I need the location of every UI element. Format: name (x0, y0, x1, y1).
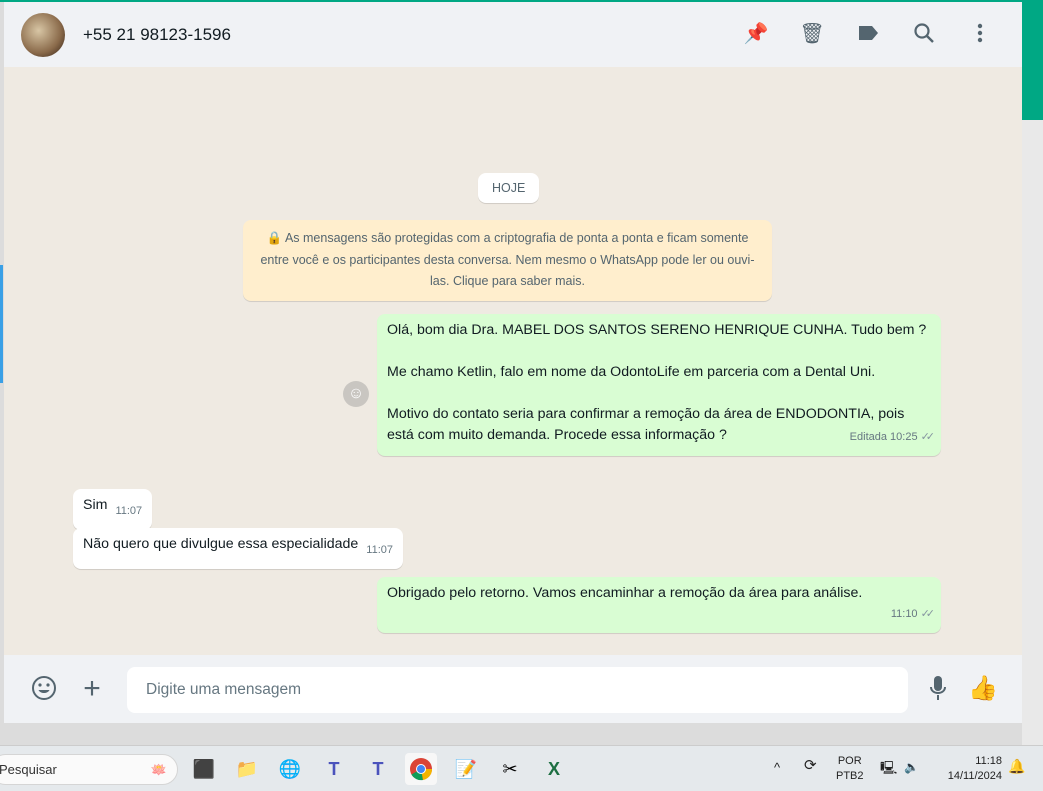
whatsapp-chat: +55 21 98123-1596 📌 🗑 HOJE 🔒 As mensagen… (4, 2, 1022, 723)
taskbar-search[interactable]: Pesquisar 🪷 (0, 754, 178, 785)
message-incoming: Não quero que divulgue essa especialidad… (73, 528, 403, 569)
message-time: Editada 10:25 (849, 431, 918, 443)
pin-icon[interactable]: 📌 (744, 20, 769, 46)
message-list[interactable]: HOJE 🔒 As mensagens são protegidas com a… (4, 67, 1022, 655)
sync-icon[interactable]: ⟳ (804, 758, 817, 773)
scrollbar[interactable] (1012, 67, 1020, 655)
date: 14/11/2024 (947, 770, 1002, 782)
double-check-icon: ✓✓ (920, 431, 936, 443)
tray-expand-icon[interactable]: ^ (774, 760, 780, 775)
message-input[interactable]: Digite uma mensagem (127, 667, 908, 713)
message-text: Não quero que divulgue essa especialidad… (83, 536, 359, 552)
message-text: Sim (83, 497, 108, 513)
clock[interactable]: 11:18 14/11/2024 (936, 754, 1002, 784)
message-time: 11:07 (366, 544, 393, 556)
language-indicator[interactable]: POR PTB2 (836, 754, 864, 784)
message-incoming: Sim 11:07 (73, 489, 153, 530)
message-time: 11:10 (890, 608, 918, 620)
composer: + Digite uma mensagem 👍 (4, 655, 1022, 723)
emoji-reaction-icon[interactable]: ☺ (343, 381, 369, 407)
notification-bell-icon[interactable]: 🔔 (1008, 759, 1025, 774)
contact-name[interactable]: +55 21 98123-1596 (83, 25, 231, 45)
label-icon[interactable] (856, 20, 880, 46)
thumbs-up-icon[interactable]: 👍 (968, 675, 998, 703)
lotus-icon: 🪷 (150, 762, 167, 777)
keyboard-layout: PTB2 (836, 770, 864, 782)
snipping-tool-icon[interactable]: ✂ (494, 753, 526, 785)
message-outgoing: Obrigado pelo retorno. Vamos encaminhar … (377, 577, 941, 633)
teams-icon[interactable]: T (318, 753, 350, 785)
chrome-icon[interactable] (405, 753, 437, 785)
double-check-icon: ✓✓ (920, 608, 936, 620)
excel-icon[interactable]: X (538, 753, 570, 785)
language-code: POR (837, 755, 862, 767)
message-text: Me chamo Ketlin, falo em nome da OdontoL… (387, 364, 876, 380)
attach-plus-icon[interactable]: + (78, 674, 106, 704)
teams-classic-icon[interactable]: T (362, 753, 394, 785)
menu-icon[interactable] (968, 20, 992, 46)
message-text: Olá, bom dia Dra. MABEL DOS SANTOS SEREN… (387, 322, 927, 338)
file-explorer-icon[interactable]: 📁 (231, 753, 263, 785)
message-outgoing: Olá, bom dia Dra. MABEL DOS SANTOS SEREN… (377, 314, 941, 456)
time: 11:18 (975, 755, 1002, 767)
background-strip (1022, 120, 1043, 745)
network-icon[interactable]: 🖳 (880, 760, 897, 775)
search-icon[interactable] (912, 20, 936, 46)
chat-header: +55 21 98123-1596 📌 🗑 (4, 2, 1022, 67)
taskbar: Pesquisar 🪷 ⬛ 📁 🌐 T T 📝 ✂ X ^ ⟳ POR PTB2 🖳… (0, 745, 1043, 791)
message-text: Motivo do contato seria para confirmar a… (387, 406, 905, 443)
message-time: 11:07 (115, 505, 143, 517)
background-strip (1022, 0, 1043, 120)
delete-icon[interactable]: 🗑 (799, 20, 824, 46)
task-view-icon[interactable]: ⬛ (188, 753, 220, 785)
edge-icon[interactable]: 🌐 (274, 753, 306, 785)
emoji-icon[interactable] (30, 675, 58, 703)
encryption-notice[interactable]: 🔒 As mensagens são protegidas com a crip… (243, 220, 772, 301)
message-text: Obrigado pelo retorno. Vamos encaminhar … (387, 585, 863, 601)
microphone-icon[interactable] (924, 675, 952, 703)
notepad-icon[interactable]: 📝 (450, 753, 482, 785)
search-label: Pesquisar (0, 762, 57, 777)
avatar[interactable] (21, 12, 65, 57)
volume-icon[interactable]: 🔈 (904, 760, 919, 775)
background-strip (0, 265, 3, 383)
date-divider: HOJE (478, 173, 540, 203)
